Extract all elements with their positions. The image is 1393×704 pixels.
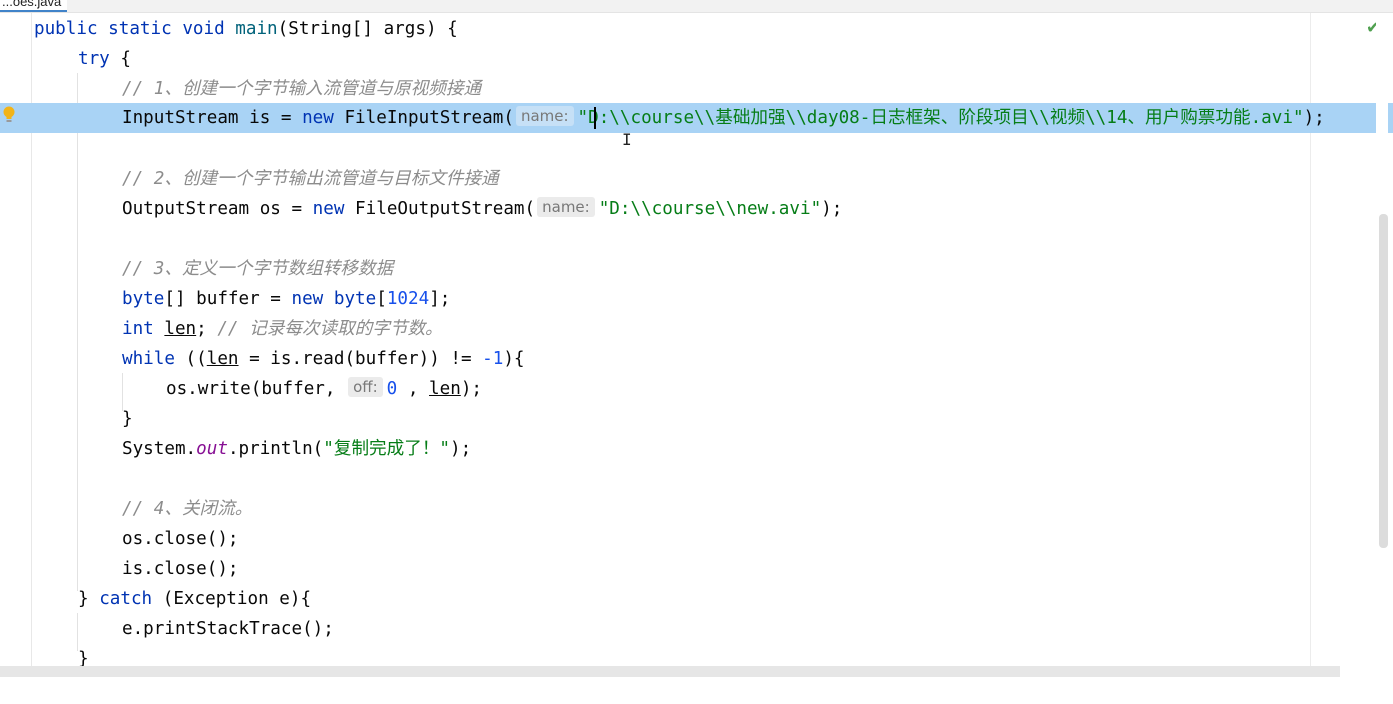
code-line[interactable]: }	[0, 404, 1393, 434]
code-text: InputStream is =	[122, 108, 303, 128]
parameter-hint: off:	[348, 377, 383, 397]
keyword: void	[182, 19, 225, 39]
code-text: ;	[196, 319, 218, 339]
keyword: byte	[122, 289, 165, 309]
vertical-scrollbar-thumb[interactable]	[1379, 214, 1388, 548]
keyword: public	[34, 19, 98, 39]
string-literal: "D:\\course\\new.avi"	[598, 199, 822, 219]
number-literal: 1024	[386, 289, 430, 309]
parameter-hint: name:	[537, 197, 595, 217]
horizontal-scrollbar[interactable]	[0, 666, 1340, 677]
parameter-hint: name:	[515, 106, 574, 126]
code-comment: // 4、关闭流。	[122, 499, 253, 519]
keyword: while	[122, 349, 175, 369]
code-line[interactable]: while ((len = is.read(buffer)) != -1){	[0, 344, 1393, 374]
code-text: FileOutputStream(	[344, 199, 536, 219]
code-text: is.close();	[122, 559, 239, 579]
code-comment: // 记录每次读取的字节数。	[217, 319, 443, 339]
code-line[interactable]: int len; // 记录每次读取的字节数。	[0, 314, 1393, 344]
mouse-cursor-icon: I	[622, 130, 632, 149]
code-line-current[interactable]: InputStream is = new FileInputStream(nam…	[0, 103, 1393, 133]
static-field: out	[196, 439, 228, 459]
code-text: {	[109, 49, 131, 69]
code-line[interactable]: // 1、创建一个字节输入流管道与原视频接通	[0, 74, 1393, 104]
file-tab[interactable]: ...oes.java	[0, 0, 68, 12]
keyword: new	[312, 199, 345, 219]
lightbulb-icon[interactable]	[3, 106, 15, 124]
code-line[interactable]: os.write(buffer, off: 0 , len);	[0, 374, 1393, 404]
code-text: );	[450, 439, 472, 459]
string-literal: "D:\\course\\基础加强\\day08-日志框架、阶段项目\\视频\\…	[577, 108, 1304, 128]
code-text: [	[376, 289, 387, 309]
code-text: .println(	[227, 439, 324, 459]
code-text: System.	[122, 439, 197, 459]
code-text: ){	[503, 349, 525, 369]
code-comment: // 1、创建一个字节输入流管道与原视频接通	[122, 79, 482, 99]
number-literal: -1	[482, 349, 504, 369]
code-text: FileInputStream(	[333, 108, 514, 128]
keyword: static	[108, 19, 172, 39]
number-literal: 0	[386, 379, 398, 399]
code-line[interactable]: try {	[0, 44, 1393, 74]
code-line[interactable]: // 4、关闭流。	[0, 494, 1393, 524]
code-comment: // 2、创建一个字节输出流管道与目标文件接通	[122, 169, 499, 189]
code-text: ];	[429, 289, 451, 309]
code-text: os.write(buffer,	[166, 379, 347, 399]
code-comment: // 3、定义一个字节数组转移数据	[122, 259, 394, 279]
code-text: }	[122, 409, 133, 429]
code-line[interactable]: } catch (Exception e){	[0, 584, 1393, 614]
code-line[interactable]: // 3、定义一个字节数组转移数据	[0, 254, 1393, 284]
code-text: );	[460, 379, 482, 399]
keyword: byte	[333, 289, 377, 309]
code-text: );	[821, 199, 843, 219]
code-line[interactable]: OutputStream os = new FileOutputStream(n…	[0, 194, 1393, 224]
code-text: }	[78, 589, 100, 609]
editor-tab-bar: ...oes.java	[0, 0, 1393, 13]
code-text: e.printStackTrace();	[122, 619, 334, 639]
code-line[interactable]: is.close();	[0, 554, 1393, 584]
keyword: new	[291, 289, 324, 309]
code-text: [] buffer =	[164, 289, 292, 309]
variable-name: len	[429, 379, 461, 399]
keyword: catch	[99, 589, 153, 609]
code-text: (Exception e){	[152, 589, 312, 609]
code-text: );	[1303, 108, 1325, 128]
string-literal: "复制完成了！"	[323, 439, 451, 459]
code-text: ((	[174, 349, 207, 369]
code-text: ,	[397, 379, 430, 399]
keyword: int	[122, 319, 154, 339]
method-name: main	[235, 19, 278, 39]
code-text: os.close();	[122, 529, 239, 549]
code-line[interactable]: byte[] buffer = new byte[1024];	[0, 284, 1393, 314]
variable-name: len	[206, 349, 239, 369]
keyword: try	[78, 49, 110, 69]
code-line[interactable]: // 2、创建一个字节输出流管道与目标文件接通	[0, 164, 1393, 194]
code-text: OutputStream os =	[122, 199, 313, 219]
code-line[interactable]: public static void main(String[] args) {	[0, 14, 1393, 44]
code-text: = is.read(buffer)) !=	[238, 349, 483, 369]
code-line[interactable]: e.printStackTrace();	[0, 614, 1393, 644]
text-caret	[594, 107, 596, 129]
code-line[interactable]: os.close();	[0, 524, 1393, 554]
keyword: new	[302, 108, 334, 128]
variable-name: len	[164, 319, 197, 339]
code-line[interactable]: System.out.println("复制完成了！");	[0, 434, 1393, 464]
code-text: (String[] args) {	[277, 19, 458, 39]
